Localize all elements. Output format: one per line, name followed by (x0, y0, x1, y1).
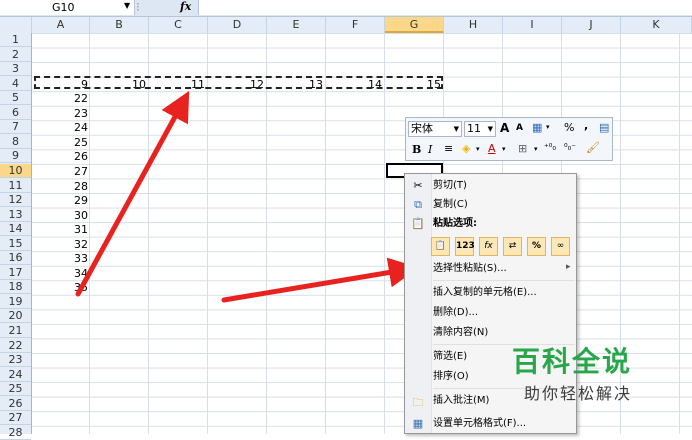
mini-toolbar: 宋体 ▼ 11 ▼ A A ▦ ▾ % , ▤ B I ≡ ◈ ▾ A ▾ ⊞ ▾ … (405, 117, 613, 161)
borders-icon[interactable]: ⊞ (518, 142, 527, 155)
menu-item-cut[interactable]: 剪切(T) (433, 177, 467, 195)
paste-link-button[interactable]: ∞ (551, 237, 570, 256)
fill-color-icon[interactable]: ◈ (462, 142, 470, 155)
menu-item-insert-comment[interactable]: 插入批注(M) (433, 392, 489, 410)
cell-style-icon[interactable]: ▦ (532, 121, 542, 134)
scissors-icon: ✂ (413, 179, 423, 192)
shrink-font-button[interactable]: A (516, 123, 523, 133)
font-name-dropdown[interactable]: 宋体 ▼ (408, 121, 462, 137)
format-painter-table-icon[interactable]: ▤ (599, 121, 609, 134)
menu-item-clear[interactable]: 清除内容(N) (433, 324, 488, 342)
chevron-down-icon[interactable]: ▾ (546, 123, 550, 131)
menu-item-format-cells[interactable]: 设置单元格格式(F)... (433, 415, 526, 433)
font-color-button[interactable]: A (488, 142, 496, 155)
chevron-down-icon[interactable]: ▾ (534, 145, 538, 153)
menu-item-paste-special[interactable]: 选择性粘贴(S)... (433, 260, 507, 278)
paste-formulas-button[interactable]: fx (479, 237, 498, 256)
submenu-arrow-icon[interactable]: ▸ (566, 262, 571, 272)
menu-item-delete[interactable]: 删除(D)... (433, 304, 478, 322)
paste-formatting-button[interactable]: % (527, 237, 546, 256)
menu-item-copy[interactable]: 复制(C) (433, 196, 468, 214)
format-painter-icon[interactable]: 🖌 (586, 141, 600, 154)
watermark-subtitle: 助你轻松解决 (524, 384, 633, 403)
paste-icon: 📋 (411, 217, 425, 230)
font-size-dropdown[interactable]: 11 ▼ (464, 121, 496, 137)
copy-icon: ⧉ (414, 198, 422, 211)
chevron-down-icon: ▼ (453, 125, 459, 133)
comment-icon: 🗀 (412, 396, 424, 409)
format-cells-icon: ▦ (412, 417, 424, 430)
menu-separator (433, 280, 575, 281)
paste-options-label: 粘贴选项: (433, 218, 477, 229)
paste-transpose-button[interactable]: ⇄ (503, 237, 522, 256)
chevron-down-icon: ▼ (487, 125, 493, 133)
align-center-icon[interactable]: ≡ (444, 142, 453, 155)
paste-values-button[interactable]: 123 (455, 237, 475, 256)
watermark: 百科全说 助你轻松解决 (497, 330, 667, 410)
comma-style-button[interactable]: , (584, 119, 588, 132)
bold-button[interactable]: B (412, 143, 421, 156)
chevron-down-icon[interactable]: ▾ (476, 145, 480, 153)
menu-item-sort[interactable]: 排序(O) (433, 368, 469, 386)
chevron-down-icon[interactable]: ▾ (502, 145, 506, 153)
watermark-title: 百科全说 (512, 345, 633, 378)
italic-button[interactable]: I (428, 143, 432, 156)
arrow-to-paste-special (221, 257, 419, 303)
increase-decimal-icon[interactable]: ⁺⁰₀ (544, 143, 556, 153)
menu-item-insert-copied[interactable]: 插入复制的单元格(E)... (433, 284, 537, 302)
arrow-to-row4 (75, 90, 190, 297)
paste-button[interactable]: 📋 (431, 237, 450, 256)
percent-style-button[interactable]: % (564, 121, 574, 134)
grow-font-button[interactable]: A (500, 121, 509, 135)
decrease-decimal-icon[interactable]: ⁰₀⁻ (564, 143, 576, 153)
menu-item-filter[interactable]: 筛选(E) (433, 348, 467, 366)
